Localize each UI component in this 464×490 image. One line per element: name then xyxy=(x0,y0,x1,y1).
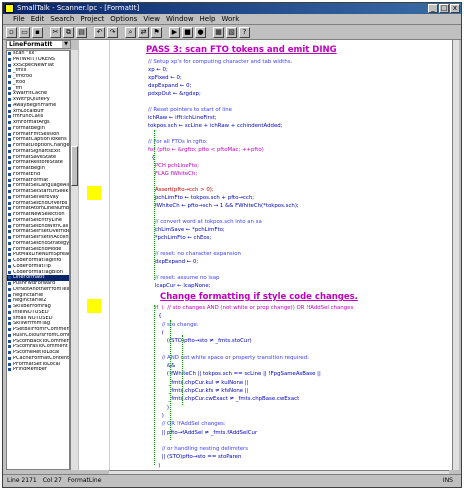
menu-help[interactable]: Help xyxy=(200,14,216,24)
code-line[interactable]: PCH pchLineFto; xyxy=(148,163,199,169)
window-cascade-button[interactable]: ▧ xyxy=(226,26,237,38)
code-line[interactable]: (!fWhiteCh || tokpos.sch == scLine || !F… xyxy=(148,371,321,377)
code-line[interactable]: ) xyxy=(148,413,164,419)
code-line[interactable]: || (STO)pfto→sto == stoParen xyxy=(148,454,242,460)
bookmark-button[interactable]: ⚑ xyxy=(151,26,162,38)
code-line[interactable]: || pfto→fAddSel ≠ _fmts.fAddSelCur xyxy=(148,430,257,436)
status-function: FormatLine xyxy=(67,477,102,484)
nesting-guide xyxy=(154,130,155,280)
code-line[interactable]: xp ← 0; xyxy=(148,67,168,73)
redo-button[interactable]: ↷ xyxy=(107,26,118,38)
code-line[interactable]: // For all FTOs in rgfto: xyxy=(148,139,208,145)
function-selector-value: LineFormatIt xyxy=(9,41,53,48)
symbol-list[interactable]: scan "xx" PATWRITTOKENS xxScpecNewFlat _fmi… xyxy=(6,50,70,470)
undo-button[interactable]: ↶ xyxy=(94,26,105,38)
paste-button[interactable]: ▤ xyxy=(76,26,87,38)
scrollbar-thumb[interactable] xyxy=(71,146,78,186)
menu-bar: File Edit Search Project Options View Wi… xyxy=(3,14,461,25)
menu-search[interactable]: Search xyxy=(50,14,74,24)
function-selector[interactable]: LineFormatIt ▼ xyxy=(6,40,71,49)
app-icon xyxy=(5,4,14,13)
code-line[interactable]: for (pfto ← &rgfto; pfto < pftoMac; ++pf… xyxy=(148,147,264,153)
status-mode: INS xyxy=(442,477,453,484)
chevron-down-icon[interactable]: ▼ xyxy=(62,41,70,48)
code-editor[interactable]: PASS 3: scan FTO tokens and emit DING Ch… xyxy=(109,40,456,470)
compile-button[interactable]: ▶ xyxy=(169,26,180,38)
app-window: SmallTalk - Scanner.lpc - [FormatIt] _ □… xyxy=(2,2,462,488)
code-line[interactable]: Assert(pfto→cch > 0); xyxy=(148,187,214,193)
code-line[interactable]: xpFixed ← 0; xyxy=(148,75,182,81)
save-button[interactable]: ▪ xyxy=(32,26,43,38)
code-line[interactable]: fWhiteCh ← pfto→sch → 1 && FWhiteCh(*tok… xyxy=(148,203,299,209)
status-col: Col 27 xyxy=(42,477,62,484)
code-line[interactable]: *pchLimFto ← chEos; xyxy=(148,235,211,241)
code-line[interactable]: lcapCur ← lcapNone; xyxy=(148,283,211,289)
code-line[interactable]: chLimSave ← *pchLimFto; xyxy=(148,227,225,233)
code-line[interactable]: tokpos.sch ← scLine + ichRaw + cchindent… xyxy=(148,123,283,129)
title-bar: SmallTalk - Scanner.lpc - [FormatIt] _ □… xyxy=(3,3,461,14)
help-button[interactable]: ? xyxy=(239,26,250,38)
menu-edit[interactable]: Edit xyxy=(31,14,45,24)
code-line[interactable]: // sto change: xyxy=(148,322,199,328)
status-line: Line 2171 xyxy=(7,477,37,484)
status-bar: Line 2171 Col 27 FormatLine INS xyxy=(3,474,461,487)
code-line[interactable]: if ( // sto changes AND (not white or pr… xyxy=(148,305,353,311)
menu-file[interactable]: File xyxy=(13,14,25,24)
menu-options[interactable]: Options xyxy=(110,14,137,24)
editor-scrollbar[interactable] xyxy=(452,40,459,470)
bookmark-marker[interactable] xyxy=(87,299,101,313)
code-line[interactable]: && xyxy=(148,363,175,369)
nesting-guide xyxy=(182,335,183,405)
new-file-button[interactable]: ▫ xyxy=(6,26,17,38)
close-button[interactable]: x xyxy=(450,4,460,13)
code-line[interactable]: _fmts.chpCur.kul ≠ kulNone || xyxy=(148,380,249,386)
code-line[interactable]: pdxpOut ← &rgdxp; xyxy=(148,91,201,97)
window-tile-button[interactable]: ▦ xyxy=(213,26,224,38)
code-line[interactable]: // or handling nesting delimiters xyxy=(148,446,248,452)
code-line[interactable]: // OR !fAddSel changes: xyxy=(148,421,226,427)
nesting-guide xyxy=(154,305,155,465)
code-line[interactable]: // reset: assume no isap xyxy=(148,275,220,281)
editor-gutter xyxy=(79,40,109,470)
menu-window[interactable]: Window xyxy=(166,14,194,24)
code-line[interactable]: _fmts.chpCur.kfs ≠ kfsNone || xyxy=(148,388,249,394)
minimize-button[interactable]: _ xyxy=(428,4,438,13)
open-file-button[interactable]: ▭ xyxy=(19,26,30,38)
symbol-list-scrollbar[interactable] xyxy=(70,50,78,470)
code-line[interactable]: // Reset pointers to start of line xyxy=(148,107,232,113)
menu-work[interactable]: Work xyxy=(222,14,240,24)
code-line[interactable]: // reset: no character expansion xyxy=(148,251,241,257)
code-line[interactable]: ) xyxy=(148,405,169,411)
code-line[interactable]: FLAG fWhiteCh; xyxy=(148,171,197,177)
build-button[interactable]: ■ xyxy=(182,26,193,38)
nesting-guide xyxy=(170,320,171,440)
code-line[interactable]: // convert word at tokpos.sch into an sa xyxy=(148,219,262,225)
menu-view[interactable]: View xyxy=(143,14,160,24)
cut-button[interactable]: ✂ xyxy=(50,26,61,38)
bookmark-marker[interactable] xyxy=(87,186,101,200)
code-line[interactable]: ((STO)pfto→sto ≠ _fmts.stoCur) xyxy=(148,338,252,344)
replace-button[interactable]: ⇄ xyxy=(138,26,149,38)
window-title: SmallTalk - Scanner.lpc - [FormatIt] xyxy=(17,4,140,12)
code-line[interactable]: ( xyxy=(148,330,164,336)
code-line[interactable]: // Setup xp's for computing character an… xyxy=(148,59,292,65)
toolbar: ▫ ▭ ▪ ✂ ⧉ ▤ ↶ ↷ ⌕ ⇄ ⚑ ▶ ■ ● ▦ ▧ ? xyxy=(3,25,461,40)
find-button[interactable]: ⌕ xyxy=(125,26,136,38)
copy-button[interactable]: ⧉ xyxy=(63,26,74,38)
code-line[interactable]: // AND not white space or property trans… xyxy=(148,355,309,361)
section-heading: Change formatting if style code changes. xyxy=(160,292,358,302)
code-line[interactable]: ichRaw ← ifft:ichLineFirst; xyxy=(148,115,217,121)
debug-button[interactable]: ● xyxy=(195,26,206,38)
section-heading: PASS 3: scan FTO tokens and emit DING xyxy=(146,45,337,55)
code-line[interactable]: pchLimFto ← tokpos.sch + pfto→cch; xyxy=(148,195,254,201)
maximize-button[interactable]: □ xyxy=(439,4,449,13)
code-line[interactable]: dxpExpand ← 0; xyxy=(148,83,191,89)
symbol-list-item[interactable]: PFindMember xyxy=(7,367,69,373)
code-line[interactable]: dxpExpand ← 0; xyxy=(148,259,198,265)
menu-project[interactable]: Project xyxy=(80,14,104,24)
